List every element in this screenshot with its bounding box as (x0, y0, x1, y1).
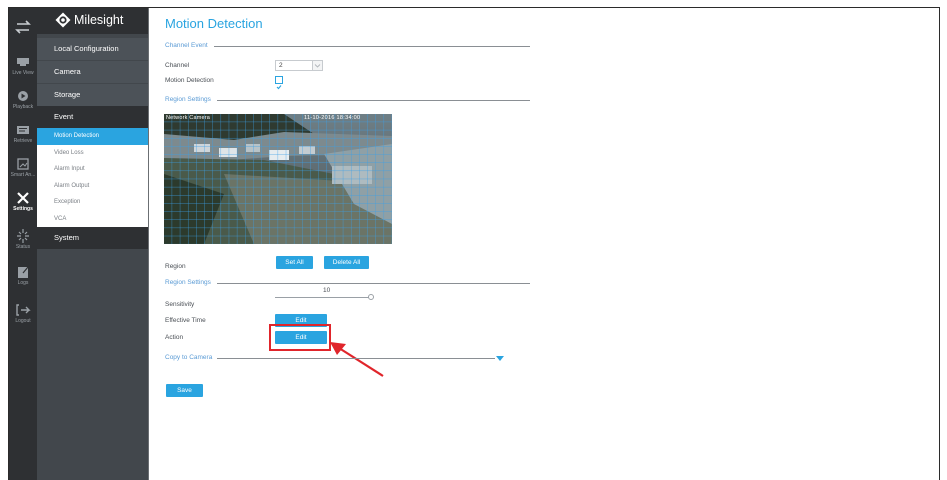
group-label: Region Settings (165, 95, 217, 105)
preview-image (164, 114, 392, 244)
action-label: Action (165, 334, 184, 341)
rail-item-retrieve[interactable]: Retrieve (9, 116, 37, 152)
brand-header: Milesight (37, 8, 148, 34)
rail-item-logs[interactable]: Logs (9, 258, 37, 294)
set-all-button[interactable]: Set All (276, 256, 313, 269)
triangle-down-icon[interactable] (496, 356, 504, 361)
rail-label: Logout (15, 318, 31, 324)
group-divider (165, 46, 530, 47)
checkmark-icon (276, 85, 282, 90)
rail-item-playback[interactable]: Playback (9, 82, 37, 118)
retrieve-icon (17, 126, 29, 134)
sensitivity-value: 10 (323, 287, 331, 294)
copy-to-camera-row[interactable]: Copy to Camera (165, 353, 495, 363)
motion-detection-checkbox[interactable] (275, 76, 283, 90)
sidebar-item-exception[interactable]: Exception (37, 194, 148, 211)
status-icon (17, 229, 29, 243)
group-divider (165, 100, 530, 101)
preview-timestamp: 11-10-2016 18:34:00 (304, 115, 361, 121)
rail-item-logout[interactable]: Logout (9, 296, 37, 332)
rail-item-settings[interactable]: Settings (9, 184, 37, 220)
rail-label: Retrieve (13, 138, 33, 144)
sidebar-item-video-loss[interactable]: Video Loss (37, 145, 148, 162)
milesight-logo-icon (55, 12, 71, 28)
sidebar-item-motion-detection[interactable]: Motion Detection (37, 128, 148, 145)
smart-analysis-icon (17, 158, 29, 170)
app-window: Live View Playback Retrieve Smart An... … (8, 7, 940, 480)
live-view-icon (17, 58, 29, 66)
rail-item-status[interactable]: Status (9, 222, 37, 258)
icon-rail: Live View Playback Retrieve Smart An... … (9, 8, 37, 480)
logout-icon (16, 304, 31, 316)
group-label: Channel Event (165, 41, 214, 51)
region-settings-group-2: Region Settings (165, 278, 530, 288)
rail-label: Live View (12, 70, 34, 76)
sensitivity-slider-handle[interactable] (368, 294, 374, 300)
group-label: Region Settings (165, 278, 217, 288)
sidebar-item-alarm-output[interactable]: Alarm Output (37, 178, 148, 195)
rail-item-switch[interactable] (9, 14, 37, 50)
channel-select[interactable]: 2 (275, 60, 323, 71)
region-settings-group: Region Settings (165, 95, 530, 105)
sidebar-section-camera[interactable]: Camera (37, 61, 148, 83)
sidebar-item-alarm-input[interactable]: Alarm Input (37, 161, 148, 178)
camera-preview[interactable]: Network Camera 11-10-2016 18:34:00 (164, 114, 392, 244)
logs-icon (18, 266, 29, 278)
rail-label: Status (15, 244, 31, 250)
sidebar-section-system[interactable]: System (37, 227, 148, 249)
rail-item-smart-analysis[interactable]: Smart An... (9, 150, 37, 186)
rail-label: Playback (12, 104, 34, 110)
rail-label: Smart An... (10, 172, 36, 178)
effective-time-label: Effective Time (165, 317, 206, 324)
event-submenu: Motion Detection Video Loss Alarm Input … (37, 128, 148, 227)
sidebar-item-vca[interactable]: VCA (37, 211, 148, 228)
chevron-down-icon[interactable] (312, 61, 322, 70)
save-button[interactable]: Save (166, 384, 203, 397)
channel-value: 2 (279, 62, 283, 69)
rail-label: Settings (13, 206, 33, 212)
delete-all-button[interactable]: Delete All (324, 256, 369, 269)
highlight-box (269, 324, 331, 351)
sidebar-section-local-configuration[interactable]: Local Configuration (37, 38, 148, 60)
brand-name: Milesight (74, 13, 124, 27)
main-content: Motion Detection Channel Event Channel 2… (149, 8, 939, 480)
group-divider (165, 283, 530, 284)
page-title: Motion Detection (165, 16, 263, 31)
region-label: Region (165, 263, 186, 270)
channel-event-group: Channel Event (165, 41, 530, 51)
rail-item-live-view[interactable]: Live View (9, 48, 37, 84)
sidebar-section-event[interactable]: Event (37, 106, 148, 128)
copy-to-camera-label: Copy to Camera (165, 353, 218, 363)
swap-arrows-icon (15, 20, 31, 34)
sensitivity-label: Sensitivity (165, 301, 195, 308)
sidebar: Milesight Local Configuration Camera Sto… (37, 8, 148, 480)
sidebar-section-storage[interactable]: Storage (37, 84, 148, 106)
motion-detection-label: Motion Detection (165, 77, 214, 84)
playback-icon (18, 91, 28, 101)
sensitivity-slider-track[interactable] (275, 297, 369, 298)
preview-camera-name: Network Camera (166, 115, 211, 121)
settings-icon (17, 192, 29, 204)
rail-label: Logs (17, 280, 29, 286)
channel-label: Channel (165, 62, 190, 69)
